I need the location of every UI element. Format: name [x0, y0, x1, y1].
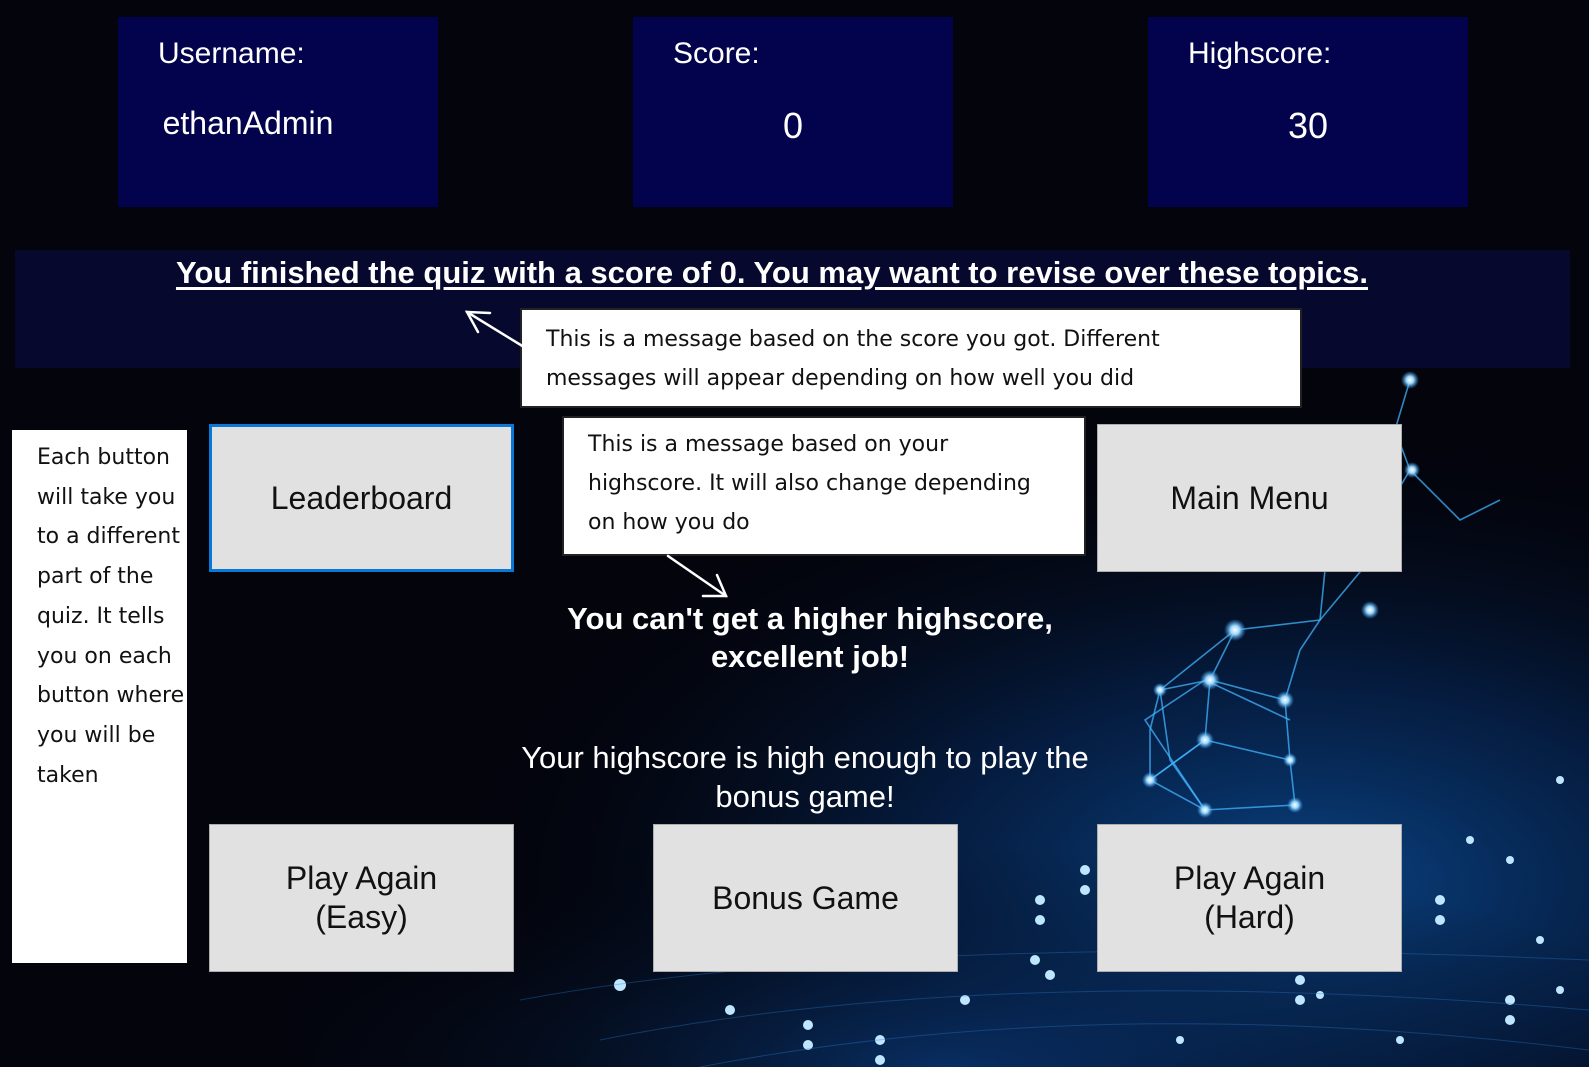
score-label: Score:: [673, 37, 760, 70]
play-again-hard-label-line2: (Hard): [1204, 899, 1295, 935]
main-menu-button-label: Main Menu: [1170, 479, 1329, 516]
username-value: ethanAdmin: [162, 105, 334, 141]
highscore-message-callout: This is a message based on your highscor…: [562, 416, 1086, 556]
bonus-message: Your highscore is high enough to play th…: [521, 740, 1089, 814]
username-label: Username:: [158, 37, 305, 70]
bonus-game-button[interactable]: Bonus Game: [653, 824, 958, 972]
highscore-panel: Highscore: 30: [1148, 17, 1468, 207]
play-again-hard-label-line1: Play Again: [1173, 860, 1326, 896]
leaderboard-button-label: Leaderboard: [270, 479, 453, 516]
main-menu-button[interactable]: Main Menu: [1097, 424, 1402, 572]
play-again-hard-button[interactable]: Play Again (Hard): [1097, 824, 1402, 972]
score-panel: Score: 0: [633, 17, 953, 207]
highscore-value: 30: [1287, 105, 1329, 146]
highscore-label: Highscore:: [1188, 37, 1332, 70]
highscore-message: You can't get a higher highscore, excell…: [567, 601, 1053, 674]
buttons-callout: Each button will take you to a different…: [12, 430, 187, 963]
score-value: 0: [782, 105, 804, 146]
play-again-easy-label-line1: Play Again: [285, 860, 438, 896]
leaderboard-button[interactable]: Leaderboard: [209, 424, 514, 572]
score-message: You finished the quiz with a score of 0.…: [175, 255, 1369, 290]
bonus-game-button-label: Bonus Game: [712, 879, 899, 916]
play-again-easy-label-line2: (Easy): [315, 899, 408, 935]
score-message-callout: This is a message based on the score you…: [520, 308, 1302, 408]
play-again-easy-button[interactable]: Play Again (Easy): [209, 824, 514, 972]
username-panel: Username: ethanAdmin: [118, 17, 438, 207]
